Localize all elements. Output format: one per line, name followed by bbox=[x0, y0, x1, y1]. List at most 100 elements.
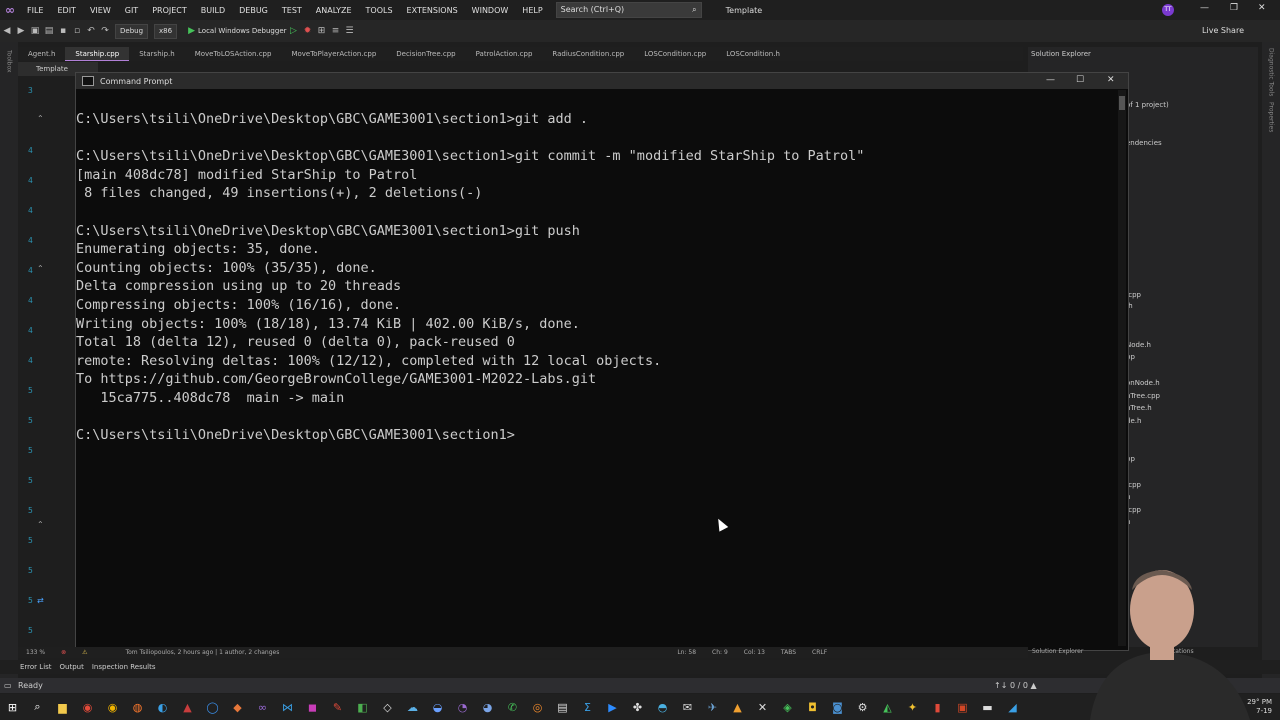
app-icon[interactable]: ◭ bbox=[877, 698, 899, 716]
menu-edit[interactable]: EDIT bbox=[50, 6, 82, 15]
console-close-icon[interactable]: ✕ bbox=[1107, 75, 1115, 85]
start-icon[interactable]: ⊞ bbox=[2, 698, 24, 716]
menu-debug[interactable]: DEBUG bbox=[232, 6, 275, 15]
tab-error-list[interactable]: Error List bbox=[20, 663, 52, 671]
chrome-canary-icon[interactable]: ◉ bbox=[102, 698, 124, 716]
live-share-button[interactable]: Live Share bbox=[1202, 26, 1244, 35]
collapse-icon[interactable]: ⌃ bbox=[37, 264, 44, 273]
tab-loscondition-h[interactable]: LOSCondition.h bbox=[716, 47, 790, 61]
menu-tools[interactable]: TOOLS bbox=[359, 6, 400, 15]
app-icon[interactable]: ✕ bbox=[752, 698, 774, 716]
solution-explorer-tab[interactable]: Solution Explorer bbox=[1032, 648, 1083, 655]
start-without-debug-icon[interactable]: ▷ bbox=[287, 26, 301, 36]
steam-icon[interactable]: ✈ bbox=[702, 698, 724, 716]
console-prompt-line[interactable]: C:\Users\tsili\OneDrive\Desktop\GBC\GAME… bbox=[76, 426, 515, 444]
tab-decisiontree-cpp[interactable]: DecisionTree.cpp bbox=[386, 47, 465, 61]
menu-extensions[interactable]: EXTENSIONS bbox=[400, 6, 465, 15]
file-explorer-icon[interactable]: ▆ bbox=[52, 698, 74, 716]
tab-starship-h[interactable]: Starship.h bbox=[129, 47, 185, 61]
toolbox-tab[interactable]: Toolbox bbox=[6, 50, 13, 73]
app-icon[interactable]: ◕ bbox=[477, 698, 499, 716]
tab-output[interactable]: Output bbox=[60, 663, 84, 671]
restore-icon[interactable]: ❐ bbox=[1230, 3, 1238, 13]
app-icon[interactable]: ◢ bbox=[1002, 698, 1024, 716]
cortana-icon[interactable]: ◯ bbox=[202, 698, 224, 716]
solution-item[interactable]: onNode.h bbox=[1126, 379, 1160, 387]
hot-reload-icon[interactable]: ✹ bbox=[301, 26, 315, 36]
save-all-icon[interactable]: ▫ bbox=[70, 26, 84, 36]
redo-icon[interactable]: ↷ bbox=[98, 26, 112, 36]
new-project-icon[interactable]: ▣ bbox=[28, 26, 42, 36]
back-icon[interactable]: ◀ bbox=[0, 26, 14, 36]
firefox-icon[interactable]: ◍ bbox=[127, 698, 149, 716]
tab-starship-cpp[interactable]: Starship.cpp bbox=[65, 47, 130, 61]
minimize-icon[interactable]: — bbox=[1200, 3, 1209, 13]
run-icon[interactable]: ▶ bbox=[188, 26, 195, 36]
console-titlebar[interactable]: Command Prompt — ☐ ✕ bbox=[76, 73, 1128, 89]
tab-loscondition-cpp[interactable]: LOSCondition.cpp bbox=[634, 47, 716, 61]
open-icon[interactable]: ▤ bbox=[42, 26, 56, 36]
close-icon[interactable]: ✕ bbox=[1258, 3, 1266, 13]
indent-icon[interactable]: ≡ bbox=[329, 26, 343, 36]
search-input[interactable]: Search (Ctrl+Q) ⌕ bbox=[555, 2, 702, 18]
properties-tab[interactable]: Properties bbox=[1268, 102, 1275, 132]
tab-agent-h[interactable]: Agent.h bbox=[18, 47, 65, 61]
tab-movetoplayeraction-cpp[interactable]: MoveToPlayerAction.cpp bbox=[281, 47, 386, 61]
app-icon[interactable]: ✤ bbox=[627, 698, 649, 716]
app-icon[interactable]: ▮ bbox=[927, 698, 949, 716]
app-icon[interactable]: ◘ bbox=[802, 698, 824, 716]
warning-indicator-icon[interactable]: ⚠ bbox=[82, 649, 87, 656]
solution-item[interactable]: Node.h bbox=[1126, 341, 1151, 349]
collapse-icon[interactable]: ⌃ bbox=[37, 520, 44, 529]
app-icon[interactable]: ◓ bbox=[652, 698, 674, 716]
menu-test[interactable]: TEST bbox=[275, 6, 309, 15]
zoom-level[interactable]: 133 % bbox=[26, 649, 45, 656]
app-icon[interactable]: ◔ bbox=[452, 698, 474, 716]
git-sync-status[interactable]: ↑↓ 0 / 0 ▲ bbox=[994, 681, 1037, 690]
solution-item[interactable]: nTree.cpp bbox=[1126, 392, 1160, 400]
solution-item[interactable]: of 1 project) bbox=[1126, 101, 1169, 109]
app-icon[interactable]: Σ bbox=[577, 698, 599, 716]
tab-radiuscondition-cpp[interactable]: RadiusCondition.cpp bbox=[542, 47, 634, 61]
git-blame-info[interactable]: Tom Tsiliopoulos, 2 hours ago | 1 author… bbox=[125, 649, 279, 656]
diagnostic-tools-tab[interactable]: Diagnostic Tools bbox=[1268, 48, 1275, 96]
brave-icon[interactable]: ▲ bbox=[177, 698, 199, 716]
platform-dropdown[interactable]: x86 bbox=[154, 23, 178, 39]
tabs-indicator[interactable]: TABS bbox=[781, 649, 796, 656]
powerpoint-icon[interactable]: ▣ bbox=[952, 698, 974, 716]
app-icon[interactable]: ✎ bbox=[327, 698, 349, 716]
run-debugger-button[interactable]: Local Windows Debugger bbox=[198, 27, 287, 35]
menu-help[interactable]: HELP bbox=[515, 6, 549, 15]
rider-icon[interactable]: ◼ bbox=[302, 698, 324, 716]
tab-patrolaction-cpp[interactable]: PatrolAction.cpp bbox=[466, 47, 543, 61]
console-maximize-icon[interactable]: ☐ bbox=[1076, 75, 1084, 85]
bookmark-icon[interactable]: ⊞ bbox=[315, 26, 329, 36]
console-minimize-icon[interactable]: — bbox=[1046, 75, 1055, 85]
whatsapp-icon[interactable]: ✆ bbox=[502, 698, 524, 716]
edge-icon[interactable]: ◐ bbox=[152, 698, 174, 716]
unity-icon[interactable]: ◇ bbox=[377, 698, 399, 716]
app-icon[interactable]: ▲ bbox=[727, 698, 749, 716]
console-scroll-thumb[interactable] bbox=[1119, 96, 1125, 110]
vscode-icon[interactable]: ⋈ bbox=[277, 698, 299, 716]
menu-view[interactable]: VIEW bbox=[83, 6, 118, 15]
menu-file[interactable]: FILE bbox=[20, 6, 50, 15]
menu-build[interactable]: BUILD bbox=[194, 6, 232, 15]
visual-studio-taskbar-icon[interactable]: ∞ bbox=[252, 698, 274, 716]
app-icon[interactable]: ◧ bbox=[352, 698, 374, 716]
console-output[interactable]: C:\Users\tsili\OneDrive\Desktop\GBC\GAME… bbox=[76, 90, 1116, 648]
zoom-icon[interactable]: ▶ bbox=[602, 698, 624, 716]
terminal-icon[interactable]: ▬ bbox=[977, 698, 999, 716]
app-icon[interactable]: ◒ bbox=[427, 698, 449, 716]
avatar[interactable]: TT bbox=[1162, 4, 1174, 16]
undo-icon[interactable]: ↶ bbox=[84, 26, 98, 36]
save-icon[interactable]: ▪ bbox=[56, 26, 70, 36]
taskbar-search-icon[interactable]: ⌕ bbox=[27, 698, 49, 716]
app-icon[interactable]: ✦ bbox=[902, 698, 924, 716]
app-icon[interactable]: ▤ bbox=[552, 698, 574, 716]
blender-icon[interactable]: ◎ bbox=[527, 698, 549, 716]
menu-analyze[interactable]: ANALYZE bbox=[309, 6, 359, 15]
solution-item[interactable]: nTree.h bbox=[1126, 404, 1152, 412]
menu-git[interactable]: GIT bbox=[118, 6, 145, 15]
menu-project[interactable]: PROJECT bbox=[145, 6, 194, 15]
